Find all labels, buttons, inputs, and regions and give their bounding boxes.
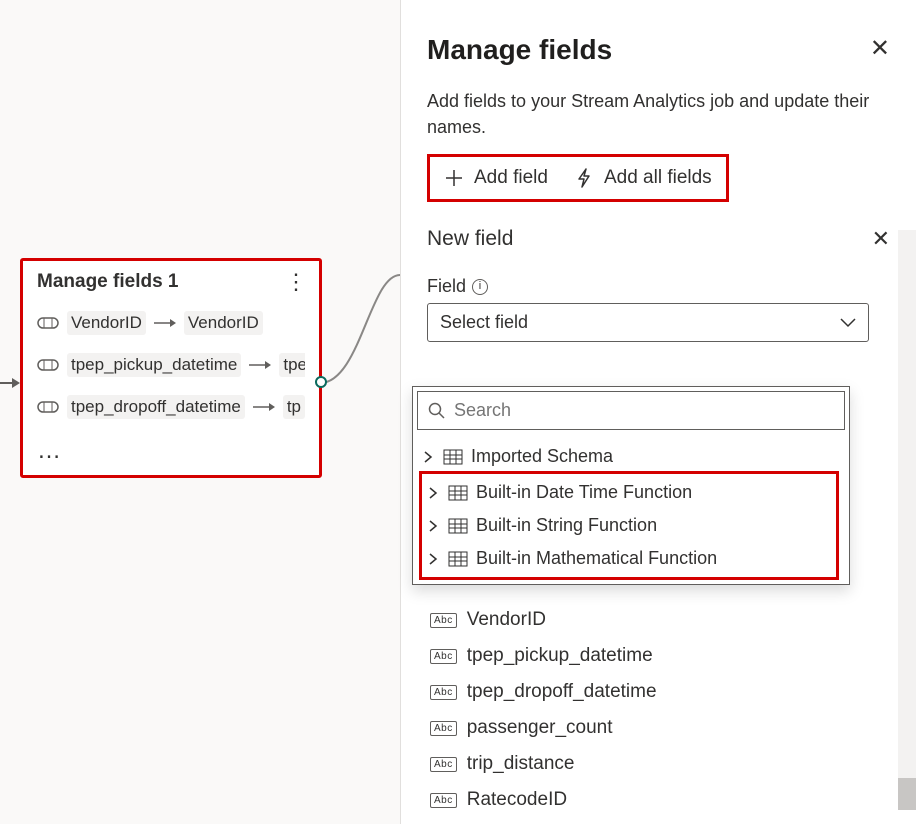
scrollbar[interactable] xyxy=(898,230,916,810)
column-item[interactable]: Abctrip_distance xyxy=(424,746,864,782)
string-type-icon: Abc xyxy=(430,685,457,700)
column-icon xyxy=(37,315,59,331)
search-input-wrapper[interactable] xyxy=(417,391,845,430)
chevron-right-icon xyxy=(428,552,440,566)
chevron-right-icon xyxy=(428,519,440,533)
node-more-menu-icon[interactable]: ⋮ xyxy=(285,271,305,293)
canvas: Manage fields 1 ⋮ VendorID VendorID tpep… xyxy=(0,0,400,824)
fields-toolbar: Add field Add all fields xyxy=(427,154,729,202)
string-type-icon: Abc xyxy=(430,613,457,628)
search-icon xyxy=(428,402,446,420)
add-all-fields-button[interactable]: Add all fields xyxy=(574,167,712,189)
column-item[interactable]: AbcRatecodeID xyxy=(424,782,864,818)
column-item[interactable]: Abcpassenger_count xyxy=(424,710,864,746)
field-mapping-row: tpep_dropoff_datetime tp xyxy=(37,395,305,419)
arrow-right-icon xyxy=(154,317,176,329)
new-field-heading: New field xyxy=(427,227,513,251)
close-panel-icon[interactable]: ✕ xyxy=(870,34,890,63)
chevron-right-icon xyxy=(428,486,440,500)
chevron-right-icon xyxy=(423,450,435,464)
plus-icon xyxy=(444,168,464,188)
tree-item-datetime-fn[interactable]: Built-in Date Time Function xyxy=(422,476,836,509)
incoming-edge-arrow-icon xyxy=(0,375,20,391)
chevron-down-icon xyxy=(840,318,856,328)
panel-title: Manage fields xyxy=(427,34,612,66)
field-mapping-row: VendorID VendorID xyxy=(37,311,305,335)
select-field-dropdown[interactable]: Select field xyxy=(427,303,869,342)
manage-fields-node[interactable]: Manage fields 1 ⋮ VendorID VendorID tpep… xyxy=(20,258,322,478)
column-icon xyxy=(37,357,59,373)
add-field-button[interactable]: Add field xyxy=(444,167,548,189)
panel-description: Add fields to your Stream Analytics job … xyxy=(427,88,890,140)
tree-item-imported-schema[interactable]: Imported Schema xyxy=(413,440,849,473)
more-rows-icon[interactable]: … xyxy=(37,437,305,469)
column-item[interactable]: Abctpep_pickup_datetime xyxy=(424,638,864,674)
highlighted-tree-group: Built-in Date Time Function Built-in Str… xyxy=(419,471,839,580)
field-picker-popup: Imported Schema Built-in Date Time Funct… xyxy=(412,386,850,585)
tree-item-string-fn[interactable]: Built-in String Function xyxy=(422,509,836,542)
table-icon xyxy=(448,551,468,567)
close-new-field-icon[interactable]: ✕ xyxy=(872,226,890,252)
arrow-right-icon xyxy=(253,401,275,413)
table-icon xyxy=(448,518,468,534)
string-type-icon: Abc xyxy=(430,757,457,772)
scrollbar-thumb[interactable] xyxy=(898,778,916,810)
tree-item-math-fn[interactable]: Built-in Mathematical Function xyxy=(422,542,836,575)
field-label: Field i xyxy=(427,276,890,297)
schema-tree: Imported Schema Built-in Date Time Funct… xyxy=(413,434,849,584)
info-icon[interactable]: i xyxy=(472,279,488,295)
field-mapping-row: tpep_pickup_datetime tpe xyxy=(37,353,305,377)
column-icon xyxy=(37,399,59,415)
string-type-icon: Abc xyxy=(430,649,457,664)
output-port[interactable] xyxy=(315,376,327,388)
column-item[interactable]: Abctpep_dropoff_datetime xyxy=(424,674,864,710)
columns-list: AbcVendorID Abctpep_pickup_datetime Abct… xyxy=(424,602,864,818)
lightning-icon xyxy=(574,167,594,189)
search-input[interactable] xyxy=(454,400,834,421)
table-icon xyxy=(443,449,463,465)
node-title: Manage fields 1 xyxy=(37,271,179,293)
string-type-icon: Abc xyxy=(430,793,457,808)
column-item[interactable]: AbcVendorID xyxy=(424,602,864,638)
table-icon xyxy=(448,485,468,501)
arrow-right-icon xyxy=(249,359,271,371)
string-type-icon: Abc xyxy=(430,721,457,736)
